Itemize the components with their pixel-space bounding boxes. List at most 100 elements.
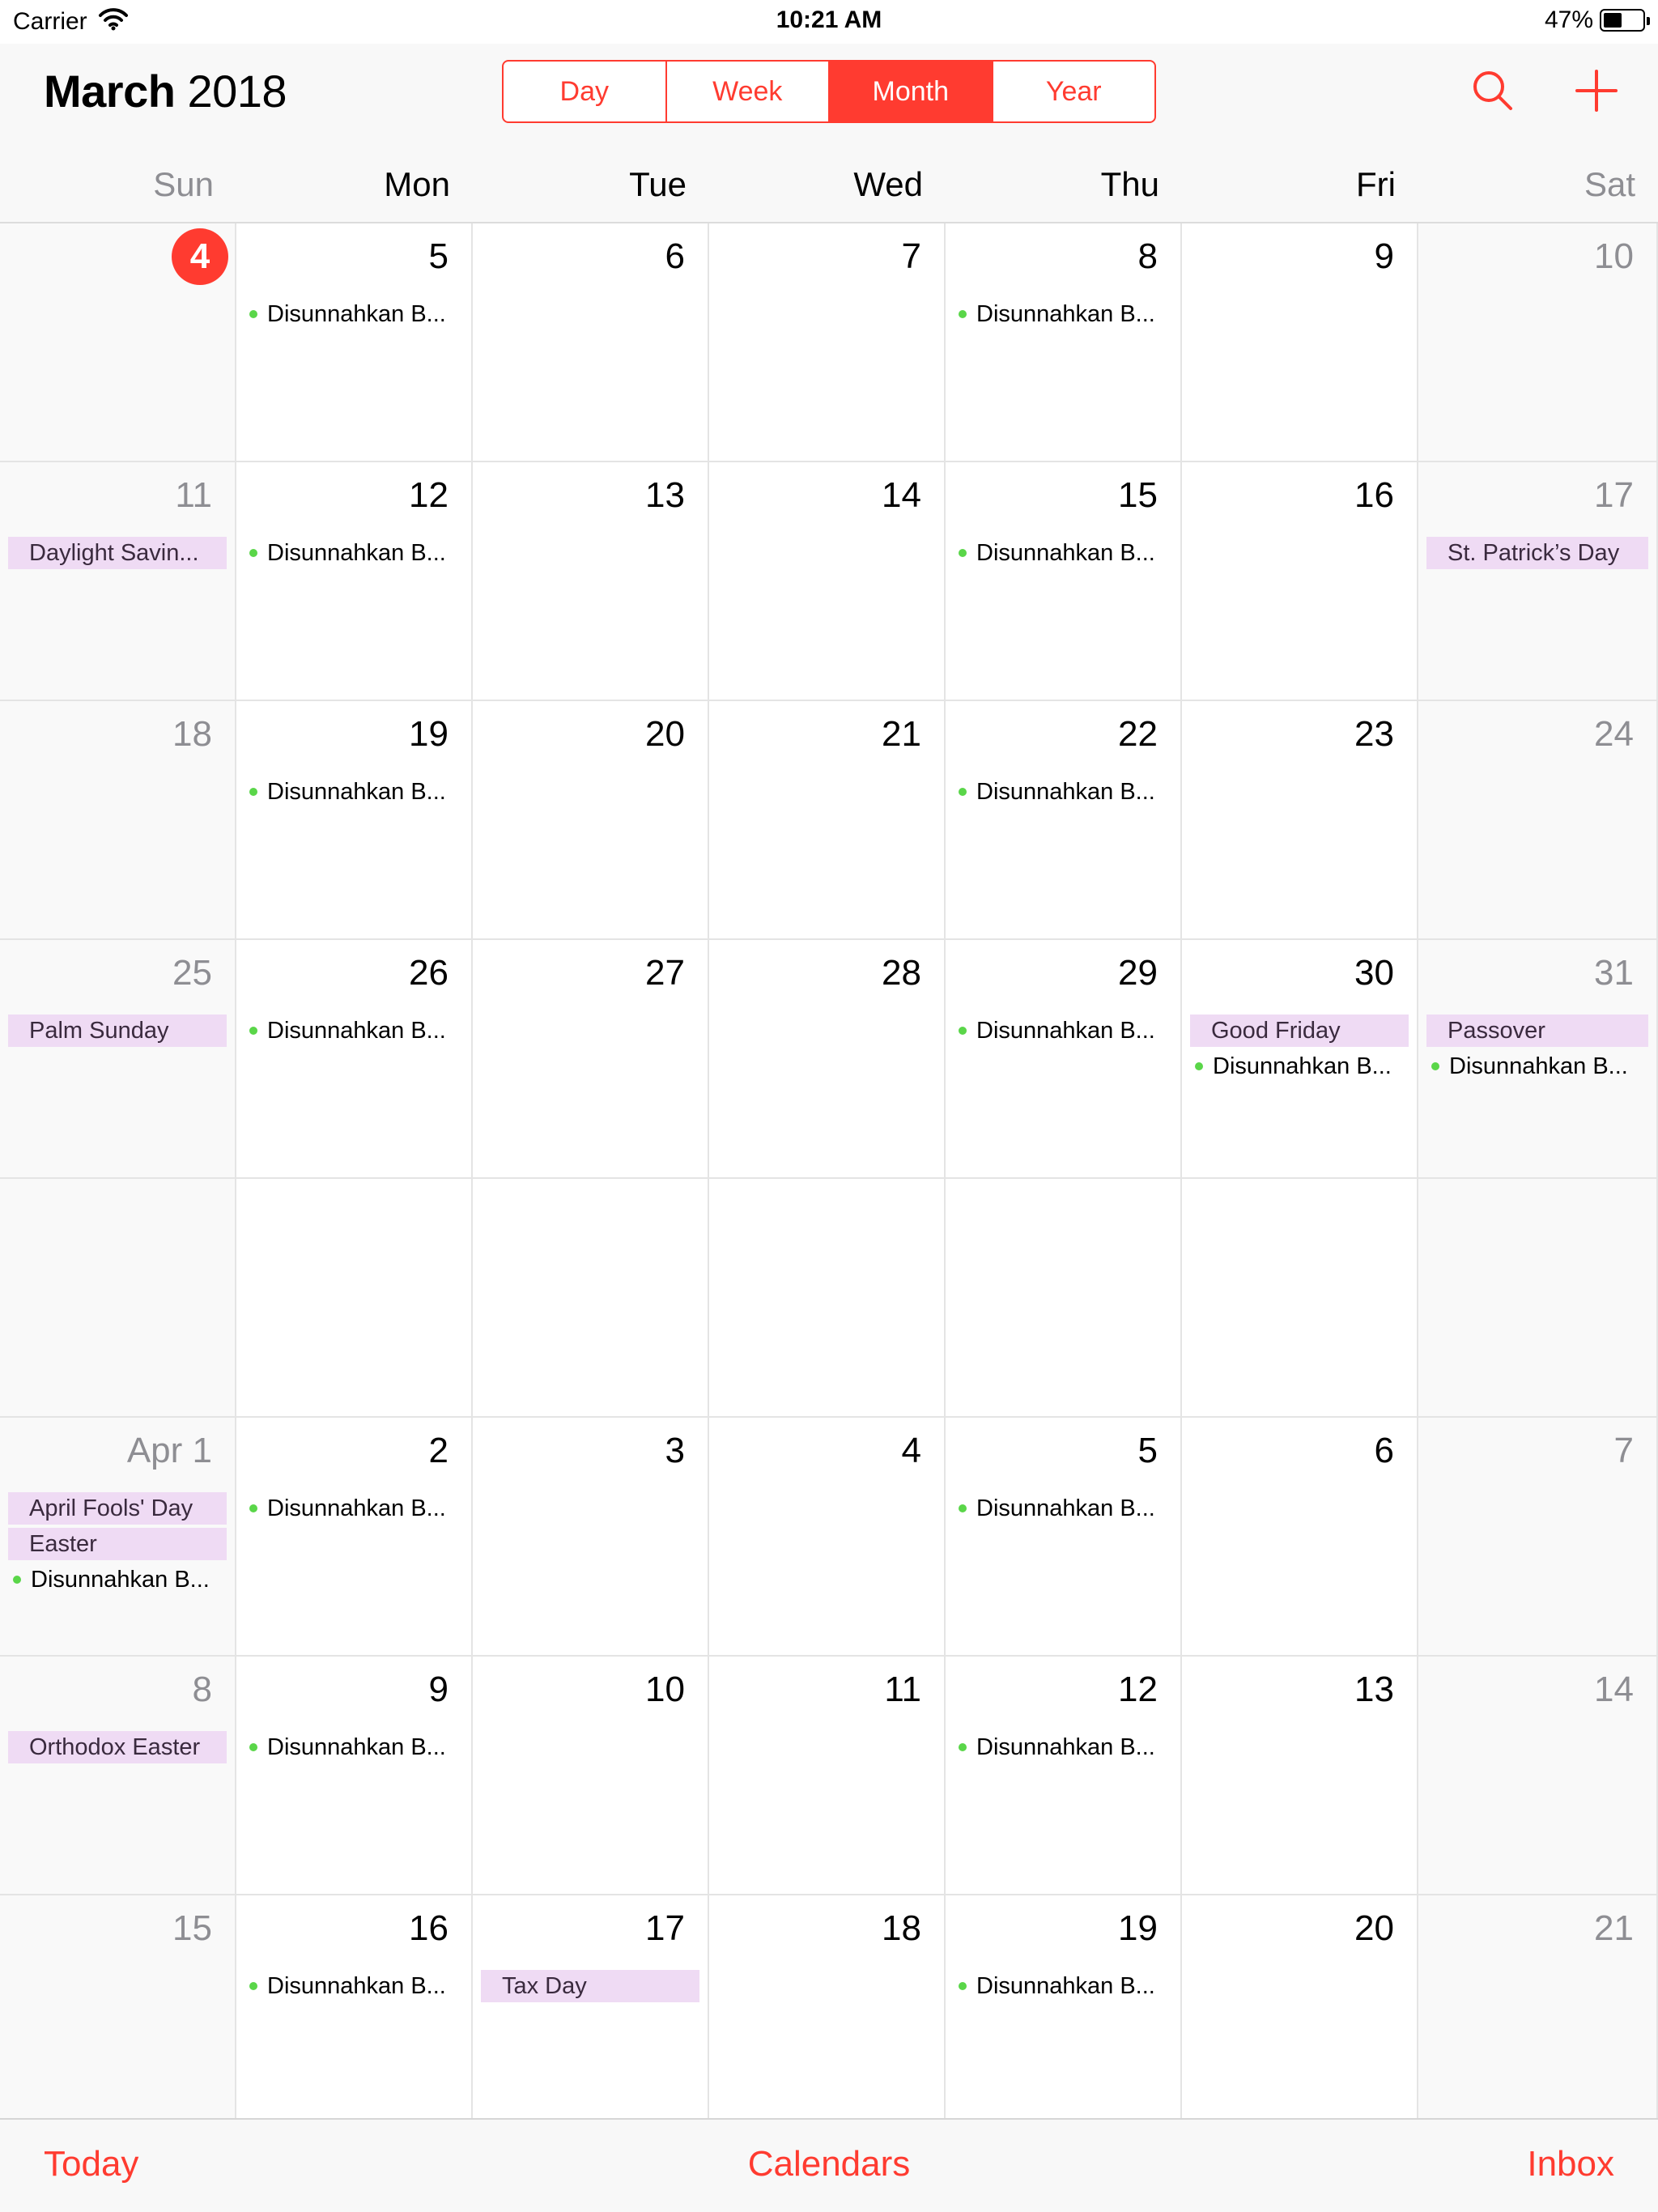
day-cell[interactable]: 20 [473, 701, 709, 940]
timed-event[interactable]: Disunnahkan B... [8, 1563, 227, 1596]
day-cell[interactable]: 16 Disunnahkan B... [236, 1895, 473, 2134]
day-cell[interactable] [473, 1179, 709, 1418]
day-cell[interactable]: 19 Disunnahkan B... [946, 1895, 1182, 2134]
day-cell[interactable]: 6 [1182, 1418, 1418, 1657]
timed-event[interactable]: Disunnahkan B... [954, 537, 1172, 569]
allday-event[interactable]: Palm Sunday [8, 1015, 227, 1047]
add-icon[interactable] [1571, 65, 1622, 117]
day-number: 15 [172, 1908, 212, 1948]
day-cell[interactable]: 4 [0, 223, 236, 462]
day-cell[interactable]: Apr 1 April Fools' Day Easter Disunnahkan B… [0, 1418, 236, 1657]
day-cell[interactable]: 11 [709, 1657, 946, 1895]
event-list: Orthodox Easter [8, 1731, 227, 1763]
allday-event[interactable]: Orthodox Easter [8, 1731, 227, 1763]
event-list: Disunnahkan B... [244, 537, 463, 569]
day-cell[interactable]: 30 Good Friday Disunnahkan B... [1182, 940, 1418, 1179]
day-cell[interactable]: 7 [709, 223, 946, 462]
day-cell[interactable]: 19 Disunnahkan B... [236, 701, 473, 940]
day-cell[interactable]: 17 Tax Day [473, 1895, 709, 2134]
allday-event[interactable]: St. Patrick’s Day [1426, 537, 1648, 569]
day-cell[interactable] [236, 1179, 473, 1418]
day-cell[interactable]: 22 Disunnahkan B... [946, 701, 1182, 940]
day-cell[interactable]: 8 Orthodox Easter [0, 1657, 236, 1895]
allday-event[interactable]: Tax Day [481, 1970, 699, 2002]
allday-event[interactable]: April Fools' Day [8, 1492, 227, 1525]
day-cell[interactable]: 10 [1418, 223, 1658, 462]
day-cell[interactable]: 9 [1182, 223, 1418, 462]
day-cell[interactable]: 5 Disunnahkan B... [236, 223, 473, 462]
day-cell[interactable]: 7 [1418, 1418, 1658, 1657]
day-cell[interactable] [1418, 1179, 1658, 1418]
day-cell[interactable]: 15 [0, 1895, 236, 2134]
allday-event[interactable]: Easter [8, 1528, 227, 1560]
day-cell[interactable]: 27 [473, 940, 709, 1179]
timed-event[interactable]: Disunnahkan B... [244, 298, 463, 330]
day-cell[interactable]: 21 [1418, 1895, 1658, 2134]
day-cell[interactable] [0, 1179, 236, 1418]
day-cell[interactable]: 15 Disunnahkan B... [946, 462, 1182, 701]
day-cell[interactable]: 9 Disunnahkan B... [236, 1657, 473, 1895]
day-cell[interactable]: 13 [1182, 1657, 1418, 1895]
timed-event[interactable]: Disunnahkan B... [244, 776, 463, 808]
day-cell[interactable] [709, 1179, 946, 1418]
day-cell[interactable]: 12 Disunnahkan B... [946, 1657, 1182, 1895]
segment-month[interactable]: Month [830, 62, 993, 121]
day-cell[interactable]: 17 St. Patrick’s Day [1418, 462, 1658, 701]
event-list: Disunnahkan B... [954, 1970, 1172, 2002]
day-cell[interactable]: 11 Daylight Savin... [0, 462, 236, 701]
day-cell[interactable]: 13 [473, 462, 709, 701]
day-cell[interactable]: 4 [709, 1418, 946, 1657]
timed-event[interactable]: Disunnahkan B... [244, 1015, 463, 1047]
timed-event[interactable]: Disunnahkan B... [1426, 1050, 1648, 1083]
timed-event[interactable]: Disunnahkan B... [954, 776, 1172, 808]
day-cell[interactable]: 6 [473, 223, 709, 462]
day-cell[interactable]: 24 [1418, 701, 1658, 940]
calendar-header: March 2018 Day Week Month Year [0, 44, 1658, 149]
timed-event[interactable]: Disunnahkan B... [954, 1015, 1172, 1047]
day-cell[interactable]: 31 Passover Disunnahkan B... [1418, 940, 1658, 1179]
day-cell[interactable]: 12 Disunnahkan B... [236, 462, 473, 701]
day-cell[interactable]: 3 [473, 1418, 709, 1657]
allday-event[interactable]: Good Friday [1190, 1015, 1409, 1047]
day-cell[interactable] [1182, 1179, 1418, 1418]
timed-event[interactable]: Disunnahkan B... [954, 298, 1172, 330]
day-cell[interactable]: 29 Disunnahkan B... [946, 940, 1182, 1179]
day-cell[interactable]: 25 Palm Sunday [0, 940, 236, 1179]
timed-event[interactable]: Disunnahkan B... [954, 1731, 1172, 1763]
day-cell[interactable]: 26 Disunnahkan B... [236, 940, 473, 1179]
timed-event[interactable]: Disunnahkan B... [244, 1731, 463, 1763]
day-cell[interactable]: 18 [709, 1895, 946, 2134]
allday-event[interactable]: Passover [1426, 1015, 1648, 1047]
calendars-button[interactable]: Calendars [0, 2144, 1658, 2184]
timed-event[interactable]: Disunnahkan B... [244, 537, 463, 569]
event-list: Disunnahkan B... [244, 776, 463, 808]
timed-event[interactable]: Disunnahkan B... [954, 1492, 1172, 1525]
day-cell[interactable]: 18 [0, 701, 236, 940]
day-cell[interactable]: 8 Disunnahkan B... [946, 223, 1182, 462]
segment-year[interactable]: Year [993, 62, 1155, 121]
segment-day[interactable]: Day [504, 62, 667, 121]
weekday-sat: Sat [1584, 165, 1635, 203]
inbox-button[interactable]: Inbox [1527, 2144, 1614, 2184]
day-cell[interactable]: 14 [1418, 1657, 1658, 1895]
segment-week[interactable]: Week [667, 62, 830, 121]
day-cell[interactable]: 10 [473, 1657, 709, 1895]
day-number: 5 [1137, 1431, 1158, 1470]
day-cell[interactable]: 21 [709, 701, 946, 940]
search-icon[interactable] [1467, 65, 1519, 117]
timed-event[interactable]: Disunnahkan B... [244, 1970, 463, 2002]
day-cell[interactable]: 2 Disunnahkan B... [236, 1418, 473, 1657]
timed-event[interactable]: Disunnahkan B... [244, 1492, 463, 1525]
timed-event[interactable]: Disunnahkan B... [1190, 1050, 1409, 1083]
day-cell[interactable]: 16 [1182, 462, 1418, 701]
allday-event[interactable]: Daylight Savin... [8, 537, 227, 569]
day-cell[interactable] [946, 1179, 1182, 1418]
day-number: 12 [409, 475, 449, 515]
day-cell[interactable]: 23 [1182, 701, 1418, 940]
day-cell[interactable]: 28 [709, 940, 946, 1179]
timed-event[interactable]: Disunnahkan B... [954, 1970, 1172, 2002]
event-dot-icon [1431, 1062, 1439, 1070]
day-cell[interactable]: 5 Disunnahkan B... [946, 1418, 1182, 1657]
day-cell[interactable]: 20 [1182, 1895, 1418, 2134]
day-cell[interactable]: 14 [709, 462, 946, 701]
